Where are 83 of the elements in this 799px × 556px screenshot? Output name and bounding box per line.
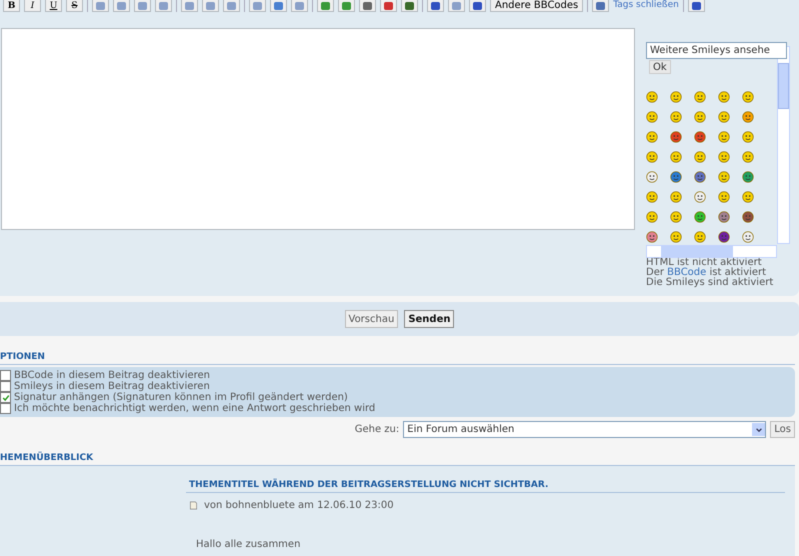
jump-label: Gehe zu: xyxy=(354,424,400,435)
checkbox[interactable] xyxy=(0,403,11,414)
smiley-icon[interactable] xyxy=(742,131,754,143)
toolbar-button[interactable] xyxy=(592,0,610,12)
option-label: Smileys in diesem Beitrag deaktivieren xyxy=(14,381,210,392)
smiley-icon[interactable] xyxy=(742,151,754,163)
smiley-icon[interactable] xyxy=(670,231,682,243)
smiley-icon[interactable] xyxy=(646,191,658,203)
status-text: HTML ist nicht aktiviert xyxy=(646,258,762,268)
post-body: Hallo alle zusammen xyxy=(195,539,302,550)
smiley-icon[interactable] xyxy=(694,131,706,143)
smiley-icon[interactable] xyxy=(694,231,706,243)
status-text: Der BBCode ist aktiviert xyxy=(646,268,766,278)
vertical-scrollbar[interactable] xyxy=(777,46,790,244)
smiley-icon[interactable] xyxy=(670,151,682,163)
option-label: Ich möchte benachrichtigt werden, wenn eine Antwort geschrieben wird xyxy=(14,403,376,414)
smiley-icon[interactable] xyxy=(718,231,730,243)
go-button[interactable]: Los xyxy=(770,421,795,438)
toolbar-button[interactable] xyxy=(469,0,486,12)
checkbox[interactable] xyxy=(0,370,11,381)
toolbar-button[interactable] xyxy=(338,0,355,12)
bbcode-link[interactable]: BBCode xyxy=(667,267,706,278)
format-button[interactable]: S xyxy=(66,0,83,12)
smiley-icon[interactable] xyxy=(670,91,682,103)
smiley-icon[interactable] xyxy=(670,171,682,183)
smiley-icon[interactable] xyxy=(694,91,706,103)
toolbar-button[interactable] xyxy=(317,0,334,12)
smiley-icon[interactable] xyxy=(742,211,754,223)
status-text: Die Smileys sind aktiviert xyxy=(646,278,774,288)
smiley-icon[interactable] xyxy=(718,191,730,203)
smiley-icon[interactable] xyxy=(646,211,658,223)
post-title: THEMENTITEL WÄHREND DER BEITRAGSERSTELLUNG NICHT SICHTBAR. xyxy=(186,480,785,493)
smiley-icon[interactable] xyxy=(646,131,658,143)
bbcodes-button[interactable]: Andere BBCodes xyxy=(490,0,584,12)
smiley-icon[interactable] xyxy=(694,151,706,163)
toolbar-button[interactable] xyxy=(401,0,418,12)
smiley-icon[interactable] xyxy=(694,171,706,183)
smiley-icon[interactable] xyxy=(646,91,658,103)
smiley-icon[interactable] xyxy=(670,131,682,143)
toolbar-button[interactable] xyxy=(688,0,705,12)
smiley-icon[interactable] xyxy=(718,111,730,123)
option-label: Signatur anhängen (Signaturen können im Profil geändert werden) xyxy=(14,392,348,403)
toolbar-button[interactable] xyxy=(427,0,444,12)
section-heading: PTIONEN xyxy=(0,352,795,365)
smiley-icon[interactable] xyxy=(670,111,682,123)
smiley-icon[interactable] xyxy=(646,171,658,183)
toolbar-button[interactable] xyxy=(270,0,287,12)
smiley-select[interactable]: Weitere Smileys ansehe xyxy=(646,42,787,59)
smiley-icon[interactable] xyxy=(742,171,754,183)
option-label: BBCode in diesem Beitrag deaktivieren xyxy=(14,370,210,381)
format-button[interactable]: U xyxy=(45,0,62,12)
post-icon xyxy=(189,501,198,510)
smiley-icon[interactable] xyxy=(694,111,706,123)
smiley-icon[interactable] xyxy=(742,111,754,123)
format-button[interactable]: I xyxy=(24,0,41,12)
smiley-icon[interactable] xyxy=(646,151,658,163)
ok-button[interactable]: Ok xyxy=(649,60,671,74)
smiley-icon[interactable] xyxy=(646,111,658,123)
close-tags-link[interactable]: Tags schließen xyxy=(613,0,679,12)
smiley-icon[interactable] xyxy=(646,231,658,243)
smiley-icon[interactable] xyxy=(694,191,706,203)
toolbar-button[interactable] xyxy=(359,0,376,12)
smiley-icon[interactable] xyxy=(742,191,754,203)
smiley-icon[interactable] xyxy=(718,171,730,183)
format-button[interactable]: B xyxy=(3,0,20,12)
smiley-icon[interactable] xyxy=(718,211,730,223)
preview-button[interactable]: Vorschau xyxy=(344,310,398,328)
smiley-icon[interactable] xyxy=(670,191,682,203)
smiley-icon[interactable] xyxy=(718,131,730,143)
forum-select[interactable]: Ein Forum auswählen xyxy=(403,421,766,438)
caret-icon xyxy=(754,426,763,434)
smiley-icon[interactable] xyxy=(670,211,682,223)
horizontal-scrollbar[interactable] xyxy=(646,245,777,258)
smiley-icon[interactable] xyxy=(718,151,730,163)
send-button[interactable]: Senden xyxy=(404,310,454,328)
post-meta: von bohnenbluete am 12.06.10 23:00 xyxy=(204,500,394,511)
smiley-icon[interactable] xyxy=(742,91,754,103)
checkbox[interactable] xyxy=(0,381,11,392)
checkbox[interactable] xyxy=(0,392,11,403)
toolbar-button[interactable] xyxy=(380,0,397,12)
smiley-icon[interactable] xyxy=(718,91,730,103)
smiley-icon[interactable] xyxy=(694,211,706,223)
smiley-icon[interactable] xyxy=(742,231,754,243)
